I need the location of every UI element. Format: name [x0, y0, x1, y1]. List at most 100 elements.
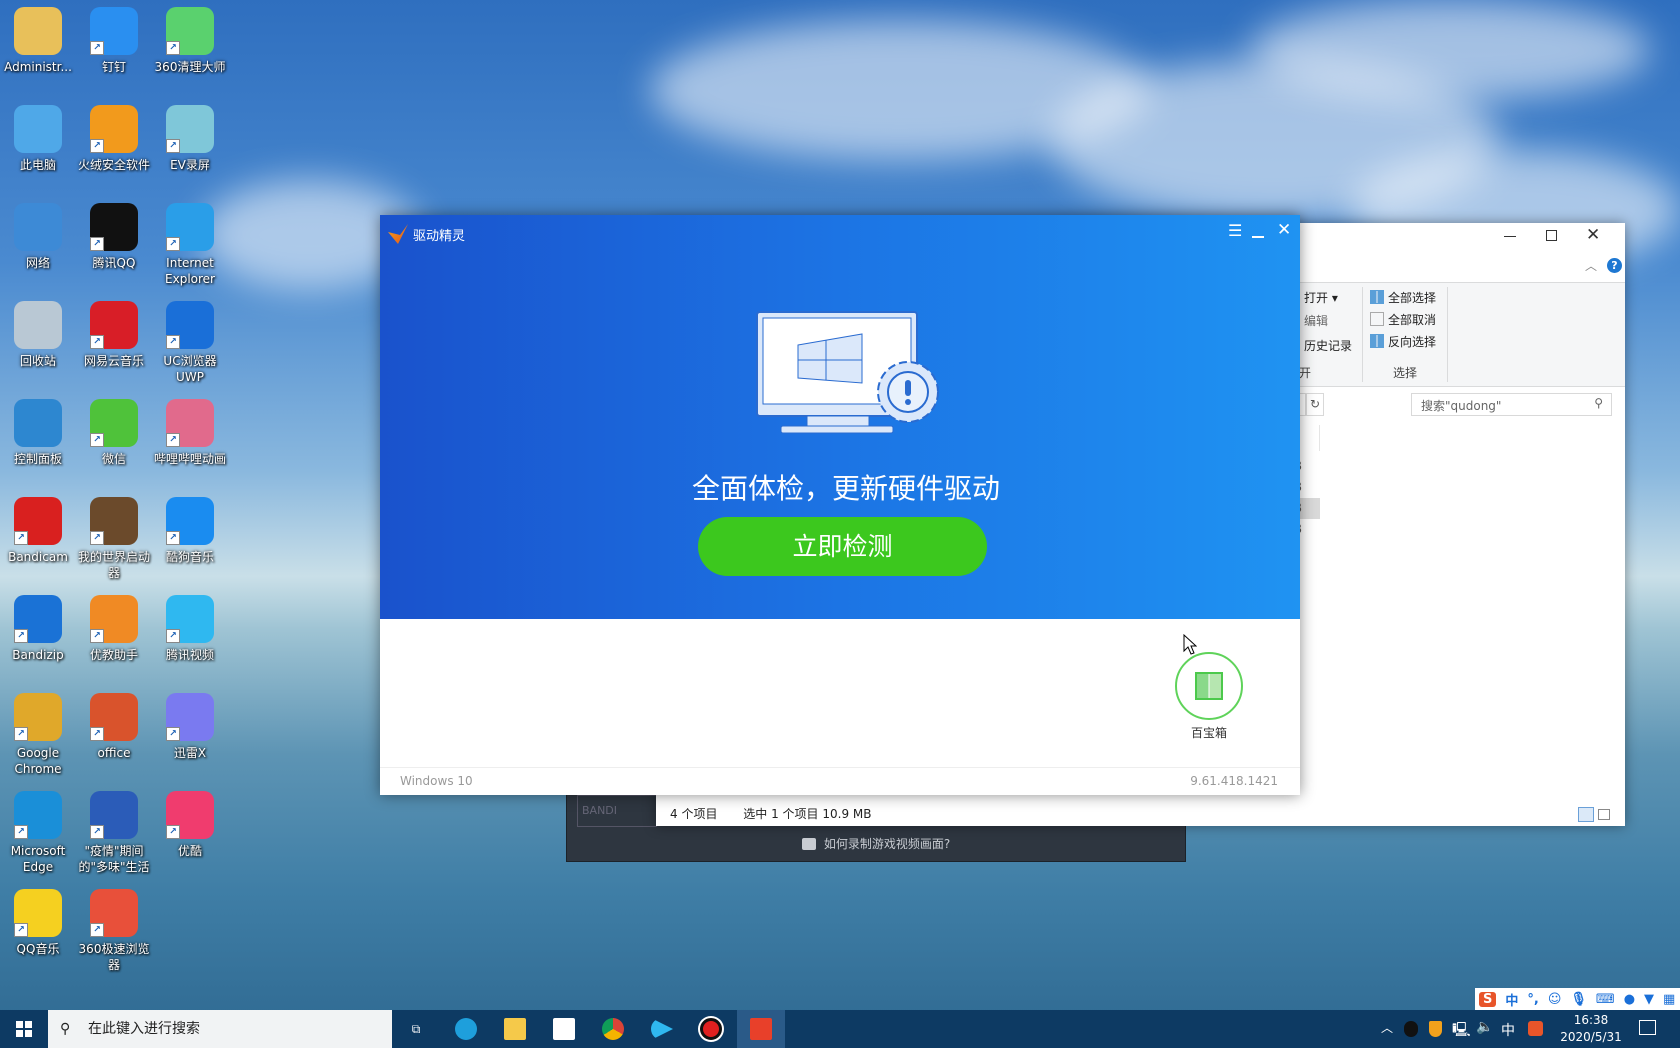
microphone-icon[interactable]: 🎙	[1570, 992, 1587, 1007]
shortcut-arrow-icon: ↗	[90, 923, 104, 937]
desktop-icon[interactable]: ↗ UC浏览器 UWP	[152, 301, 228, 385]
task-view-button[interactable]: ⧉	[392, 1010, 440, 1048]
collapse-ribbon-icon[interactable]: ︿	[1585, 257, 1597, 274]
sogou-tray-icon[interactable]	[1528, 1021, 1543, 1036]
desktop-icon[interactable]: ↗ EV录屏	[152, 105, 228, 173]
desktop-icon[interactable]: ↗ 我的世界启动器	[76, 497, 152, 581]
history-button[interactable]: 历史记录	[1304, 337, 1352, 354]
open-button[interactable]: 打开 ▾	[1304, 289, 1338, 306]
desktop-icon[interactable]: ↗ 优教助手	[76, 595, 152, 663]
select-none-icon	[1370, 312, 1384, 326]
details-view-button[interactable]	[1578, 807, 1594, 822]
desktop-icon[interactable]: ↗ 腾讯视频	[152, 595, 228, 663]
desktop-icon[interactable]: ↗ Bandizip	[0, 595, 76, 663]
emoji-icon[interactable]: ☺	[1548, 992, 1562, 1007]
bilibili-icon: ↗	[166, 399, 214, 447]
show-hidden-icons[interactable]: ︿	[1381, 1019, 1393, 1036]
desktop-icon[interactable]: 此电脑	[0, 105, 76, 173]
desktop-icon[interactable]: Administr...	[0, 7, 76, 75]
desktop-icon[interactable]: ↗ 酷狗音乐	[152, 497, 228, 565]
desktop-icon[interactable]: 网络	[0, 203, 76, 271]
desktop-icon[interactable]: ↗ office	[76, 693, 152, 761]
date: 2020/5/31	[1560, 1030, 1622, 1044]
edge-icon: ↗	[14, 791, 62, 839]
qq-music-icon: ↗	[14, 889, 62, 937]
ime-mode[interactable]: 中	[1505, 990, 1518, 1009]
sogou-ime-toolbar[interactable]: S 中 °, ☺ 🎙 ⌨ ● ▼ ▦	[1475, 988, 1680, 1010]
start-button[interactable]	[0, 1010, 48, 1048]
taskbar-chrome[interactable]	[589, 1010, 637, 1048]
desktop-icon[interactable]: ↗ 腾讯QQ	[76, 203, 152, 271]
hero-panel: 驱动精灵 ☰ ✕ 全面体检，更新硬件驱动 立即检测	[380, 215, 1300, 619]
clock[interactable]: 16:38 2020/5/31	[1555, 1012, 1627, 1046]
close-button[interactable]: ✕	[1586, 225, 1600, 245]
huorong-tray-icon[interactable]	[1429, 1021, 1442, 1037]
desktop-icon[interactable]: ↗ 优酷	[152, 791, 228, 859]
taskbar-driver-genius[interactable]	[737, 1010, 785, 1048]
desktop-icon[interactable]: ↗ 微信	[76, 399, 152, 467]
invert-selection-button[interactable]: 反向选择	[1370, 333, 1436, 350]
volume-icon[interactable]: 🔈	[1476, 1019, 1493, 1035]
ime-punctuation[interactable]: °,	[1527, 992, 1538, 1007]
taskbar-file-explorer[interactable]	[491, 1010, 539, 1048]
minimize-button[interactable]	[1504, 236, 1516, 237]
search-input[interactable]: 搜索"qudong" ⚲	[1411, 393, 1612, 416]
minimize-button[interactable]	[1252, 236, 1264, 238]
close-button[interactable]: ✕	[1277, 220, 1291, 240]
desktop-icon[interactable]: ↗ 360清理大师	[152, 7, 228, 75]
taskbar-bandicam[interactable]	[687, 1010, 735, 1048]
network-icon[interactable]: 🖳	[1452, 1019, 1471, 1043]
help-icon[interactable]: ?	[1607, 258, 1622, 273]
desktop-icon[interactable]: ↗ "疫情"期间的"多味"生活	[76, 791, 152, 875]
scan-now-button[interactable]: 立即检测	[698, 517, 987, 576]
bandicam-logo: BANDI	[577, 795, 657, 827]
desktop-icon[interactable]: ↗ Internet Explorer	[152, 203, 228, 287]
desktop-icon[interactable]: ↗ Microsoft Edge	[0, 791, 76, 875]
maximize-button[interactable]	[1546, 230, 1557, 241]
desktop-icon[interactable]: ↗ 火绒安全软件	[76, 105, 152, 173]
taskbar-search[interactable]: ⚲ 在此键入进行搜索	[48, 1010, 392, 1048]
desktop-icon[interactable]: 控制面板	[0, 399, 76, 467]
360-browser-icon: ↗	[90, 889, 138, 937]
shortcut-arrow-icon: ↗	[166, 139, 180, 153]
desktop-icon[interactable]: ↗ 钉钉	[76, 7, 152, 75]
driver-genius-icon	[750, 1018, 772, 1040]
monitor-gear-illustration	[756, 311, 939, 434]
select-none-button[interactable]: 全部取消	[1370, 311, 1436, 328]
desktop-icon[interactable]: ↗ 哔哩哔哩动画	[152, 399, 228, 467]
desktop-icon-label: 优教助手	[89, 648, 138, 662]
toolbox-button[interactable]	[1175, 652, 1243, 720]
qq-tray-icon[interactable]	[1404, 1021, 1418, 1037]
large-icons-view-button[interactable]	[1598, 809, 1610, 820]
word-doc-icon: ↗	[90, 791, 138, 839]
desktop-icon[interactable]: 回收站	[0, 301, 76, 369]
menu-icon[interactable]: ☰	[1228, 221, 1242, 240]
desktop-icon[interactable]: ↗ 360极速浏览器	[76, 889, 152, 973]
action-center-icon[interactable]	[1639, 1020, 1656, 1035]
bandicam-tip-link[interactable]: 如何录制游戏视频画面?	[567, 835, 1185, 852]
refresh-button[interactable]: ↻	[1306, 393, 1324, 416]
desktop-icon-label: 360极速浏览器	[78, 942, 150, 972]
shortcut-arrow-icon: ↗	[166, 41, 180, 55]
desktop-icon[interactable]: ↗ 迅雷X	[152, 693, 228, 761]
taskbar-tencent-video[interactable]	[638, 1010, 686, 1048]
taskbar-store[interactable]	[540, 1010, 588, 1048]
desktop-icon-label: office	[97, 746, 131, 760]
keyboard-icon[interactable]: ⌨	[1596, 992, 1615, 1007]
desktop-icon[interactable]: ↗ Bandicam	[0, 497, 76, 565]
item-count: 4 个项目	[670, 807, 718, 821]
youku-icon: ↗	[166, 791, 214, 839]
desktop-icon-label: 钉钉	[101, 60, 126, 74]
desktop-icon[interactable]: ↗ 网易云音乐	[76, 301, 152, 369]
mouse-cursor	[1183, 634, 1197, 655]
select-all-button[interactable]: 全部选择	[1370, 289, 1436, 306]
toolbox-grid-icon[interactable]: ▦	[1663, 992, 1675, 1007]
edit-button[interactable]: 编辑	[1304, 312, 1328, 329]
desktop-icon[interactable]: ↗ Google Chrome	[0, 693, 76, 777]
desktop-icon-label: 腾讯QQ	[92, 256, 136, 270]
input-language[interactable]: 中	[1501, 1020, 1515, 1040]
user-icon[interactable]: ●	[1624, 992, 1635, 1007]
skin-icon[interactable]: ▼	[1644, 992, 1654, 1007]
taskbar-edge[interactable]	[442, 1010, 490, 1048]
desktop-icon[interactable]: ↗ QQ音乐	[0, 889, 76, 957]
